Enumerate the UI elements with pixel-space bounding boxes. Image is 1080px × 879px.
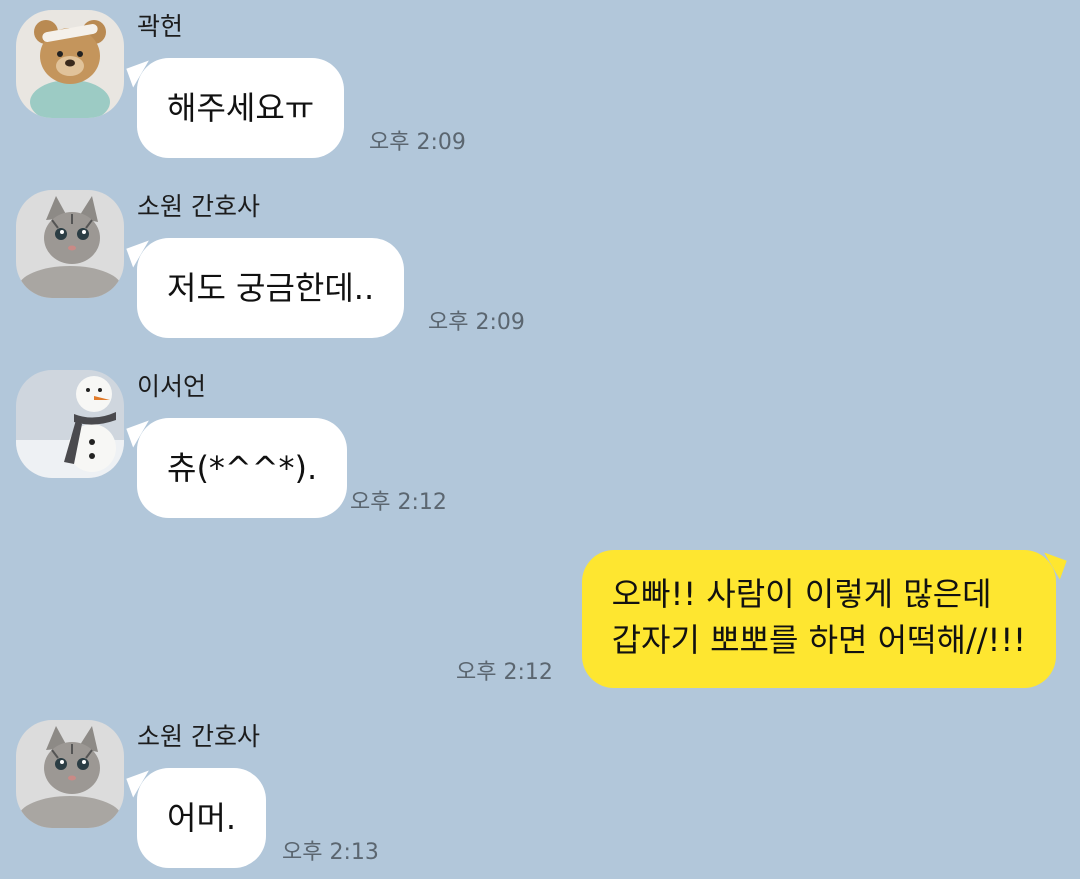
message-time: 오후 2:13: [282, 840, 379, 865]
teddy-bear-avatar[interactable]: [16, 10, 124, 118]
sender-name: 곽헌: [137, 12, 184, 41]
message-time: 오후 2:12: [456, 660, 553, 685]
kitten-avatar[interactable]: [16, 190, 124, 298]
outgoing-message-bubble[interactable]: 오빠!! 사람이 이렇게 많은데 갑자기 뽀뽀를 하면 어떡해//!!!: [581, 550, 1056, 688]
sender-name: 이서언: [137, 372, 207, 401]
message-bubble[interactable]: 해주세요ㅠ: [137, 58, 345, 158]
snowman-avatar[interactable]: [16, 370, 124, 478]
message-line: 갑자기 뽀뽀를 하면 어떡해//!!!: [611, 621, 1026, 659]
kitten-avatar[interactable]: [16, 720, 124, 828]
message-bubble[interactable]: 어머.: [137, 768, 267, 868]
message-time: 오후 2:09: [428, 310, 525, 335]
message-bubble[interactable]: 저도 궁금한데..: [137, 238, 405, 338]
sender-name: 소원 간호사: [137, 192, 260, 221]
message-time: 오후 2:12: [350, 490, 447, 515]
message-line: 오빠!! 사람이 이렇게 많은데: [611, 575, 992, 613]
sender-name: 소원 간호사: [137, 722, 260, 751]
message-time: 오후 2:09: [369, 130, 466, 155]
message-bubble[interactable]: 츄(*^^*).: [137, 418, 348, 518]
